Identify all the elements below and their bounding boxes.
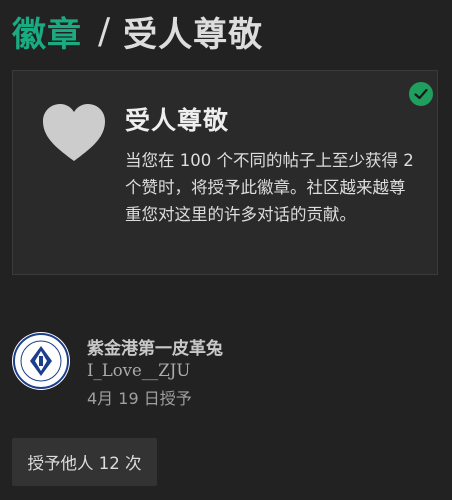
badge-description: 当您在 100 个不同的帖子上至少获得 2 个赞时，将授予此徽章。社区越来越尊重… <box>125 151 414 224</box>
avatar[interactable] <box>12 332 70 390</box>
grant-username[interactable]: 紫金港第一皮革兔 <box>87 334 223 359</box>
badge-name: 受人尊敬 <box>125 106 230 135</box>
granted-count-badge: 授予他人 12 次 <box>12 438 157 486</box>
grant-date: 4月 19 日授予 <box>87 389 192 408</box>
badge-page: 徽章 / 受人尊敬 受人尊敬 当您在 100 个不同的帖子上至少获得 2 个赞时… <box>0 0 452 500</box>
badges-breadcrumb-link[interactable]: 徽章 <box>12 7 82 56</box>
badge-title: 受人尊敬 <box>123 14 264 55</box>
checkmark-icon <box>406 79 436 109</box>
heart-icon <box>41 103 107 163</box>
page-title: 徽章 / 受人尊敬 <box>12 6 263 56</box>
zju-logo-icon <box>13 333 69 389</box>
breadcrumb-separator: / <box>98 10 112 52</box>
grant-post-link[interactable]: I_Love__ZJU <box>87 361 190 380</box>
badge-grant-info: 紫金港第一皮革兔 I_Love__ZJU 4月 19 日授予 <box>12 328 432 408</box>
badge-card: 受人尊敬 当您在 100 个不同的帖子上至少获得 2 个赞时，将授予此徽章。社区… <box>12 70 438 275</box>
